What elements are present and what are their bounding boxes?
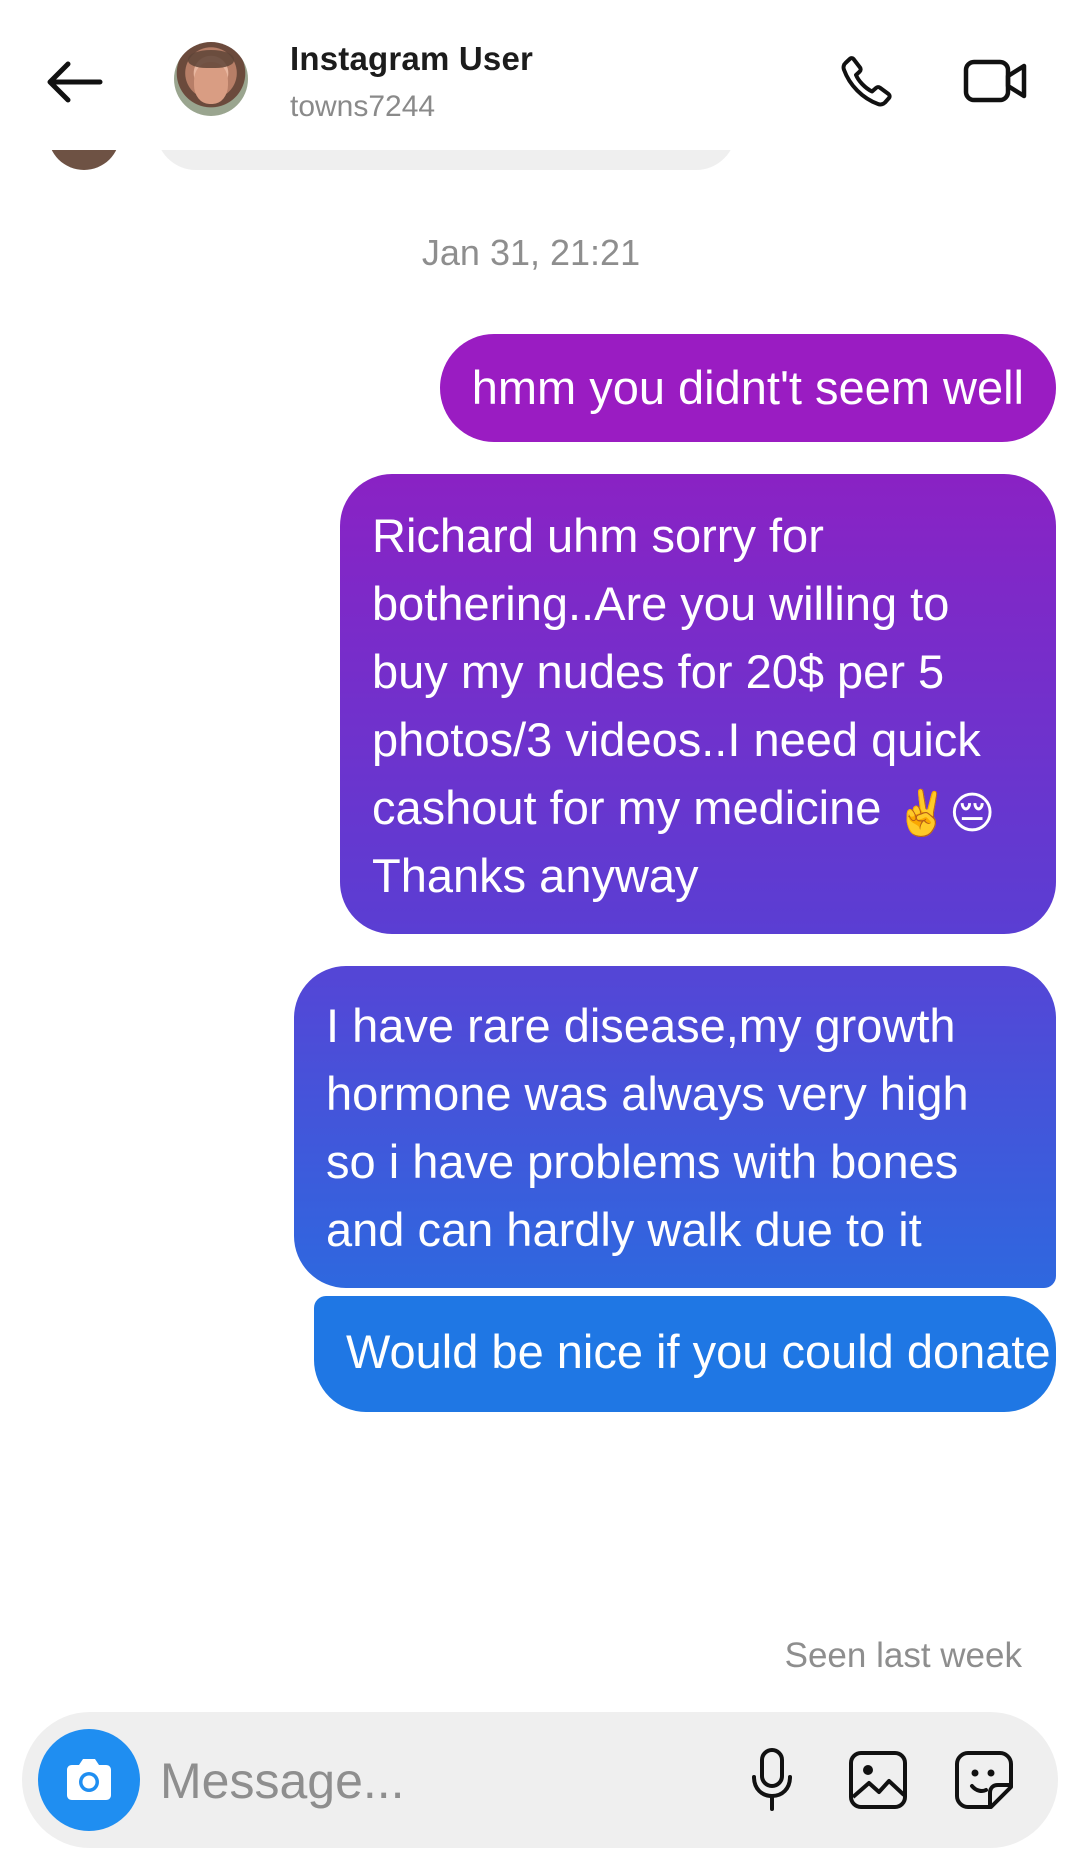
voice-message-button[interactable] <box>740 1742 804 1818</box>
chat-header: Instagram User towns7244 <box>0 0 1080 150</box>
sent-message-bubble[interactable]: Richard uhm sorry for bothering..Are you… <box>340 474 1056 934</box>
message-list: hmm you didnt't seem well Richard uhm so… <box>294 334 1080 1412</box>
message-text: I have rare disease,my growth hormone wa… <box>326 999 969 1256</box>
contact-name[interactable]: Instagram User <box>290 40 533 78</box>
phone-icon <box>841 56 892 107</box>
pensive-face-emoji: 😔 <box>949 789 996 838</box>
message-text: Would be nice if you could donate via my… <box>346 1325 1080 1378</box>
voice-call-button[interactable] <box>832 46 902 116</box>
message-text: Thanks anyway <box>372 849 699 902</box>
sent-message-bubble[interactable]: Would be nice if you could donate via my… <box>314 1296 1080 1412</box>
camera-icon <box>67 1759 111 1800</box>
video-camera-icon <box>963 59 1027 103</box>
video-call-button[interactable] <box>954 46 1038 116</box>
sticker-icon <box>955 1751 1013 1809</box>
message-timestamp: Jan 31, 21:21 <box>421 232 641 273</box>
back-button[interactable] <box>34 46 114 118</box>
victory-hand-emoji: ✌️ <box>894 789 950 838</box>
direct-message-thread: Instagram User towns7244 Jan 31, 21:21 h… <box>0 0 1080 1863</box>
gallery-button[interactable] <box>840 1742 916 1818</box>
image-icon <box>849 1751 907 1809</box>
contact-avatar[interactable] <box>174 42 248 116</box>
message-text: hmm you didnt't seem well <box>471 361 1024 414</box>
camera-button[interactable] <box>38 1729 140 1831</box>
contact-username: towns7244 <box>290 90 436 123</box>
message-composer <box>22 1712 1058 1848</box>
sent-message-bubble[interactable]: hmm you didnt't seem well <box>439 334 1056 442</box>
message-input[interactable] <box>160 1746 720 1816</box>
microphone-icon <box>752 1748 792 1811</box>
sent-message-bubble[interactable]: I have rare disease,my growth hormone wa… <box>294 966 1056 1288</box>
seen-status: Seen last week <box>784 1636 1022 1675</box>
message-text: Richard uhm sorry for bothering..Are you… <box>372 509 981 834</box>
sticker-button[interactable] <box>946 1742 1022 1818</box>
arrow-left-icon <box>47 61 103 103</box>
